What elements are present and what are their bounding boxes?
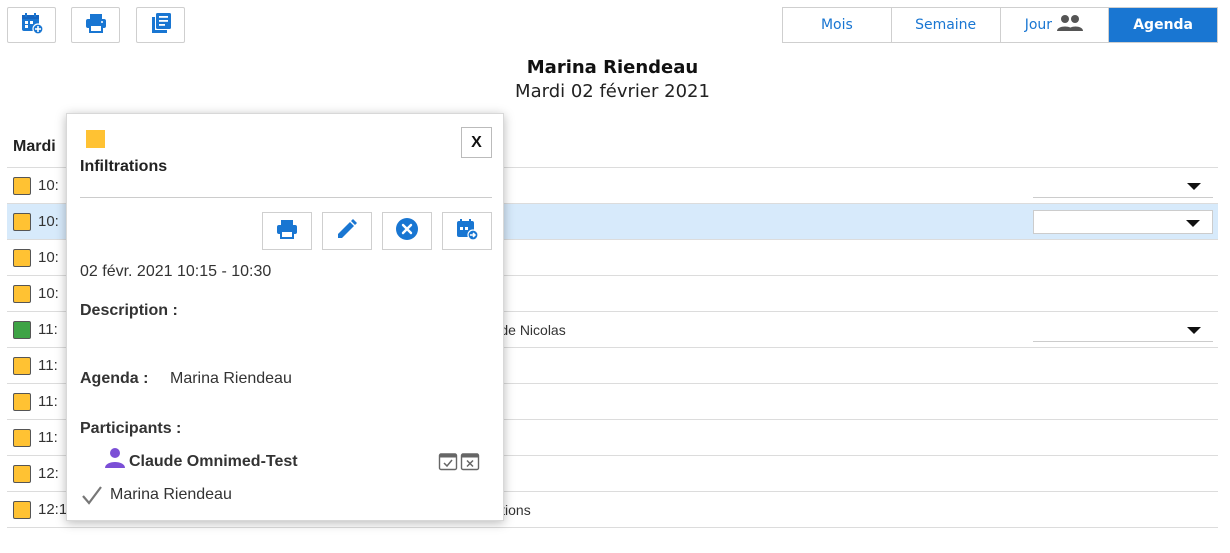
- category-color-swatch: [86, 130, 105, 148]
- new-appointment-button[interactable]: [7, 7, 56, 43]
- description-label: Description :: [80, 302, 178, 319]
- participant-name: Marina Riendeau: [110, 486, 232, 503]
- appointment-time: 11:: [38, 357, 58, 374]
- agenda-value: Marina Riendeau: [170, 370, 292, 387]
- category-color-swatch: [13, 213, 31, 231]
- category-color-swatch: [13, 393, 31, 411]
- calendar-add-icon: [20, 11, 44, 40]
- pencil-icon: [335, 217, 359, 246]
- close-button[interactable]: X: [461, 127, 492, 158]
- divider: [80, 197, 492, 198]
- category-color-swatch: [13, 177, 31, 195]
- caret-down-icon: [1186, 220, 1200, 227]
- checkmark-icon: [81, 485, 103, 510]
- caret-down-icon: [1187, 327, 1201, 334]
- calendar-move-icon: [455, 217, 479, 246]
- person-icon: [104, 447, 126, 474]
- day-label: Mardi: [13, 138, 56, 155]
- appointment-time: 12:: [38, 465, 59, 482]
- participant-name: Claude Omnimed-Test: [129, 453, 298, 470]
- calendar-decline-icon[interactable]: [460, 451, 480, 476]
- category-color-swatch: [13, 321, 31, 339]
- appointment-time: 10:: [38, 213, 59, 230]
- participants-label: Participants :: [80, 420, 182, 437]
- status-dropdown[interactable]: [1033, 210, 1213, 234]
- tab-day[interactable]: Jour: [1001, 8, 1110, 42]
- edit-button[interactable]: [322, 212, 372, 250]
- appointment-datetime: 02 févr. 2021 10:15 - 10:30: [80, 263, 272, 280]
- appointment-time: 11:: [38, 429, 58, 446]
- calendar-confirm-icon[interactable]: [438, 451, 458, 476]
- tab-month[interactable]: Mois: [783, 8, 892, 42]
- print-button[interactable]: [71, 7, 120, 43]
- appointment-time: 10:: [38, 249, 59, 266]
- appointment-popup: Infiltrations X 02 févr. 2021 10:15 - 10…: [66, 113, 504, 521]
- status-dropdown[interactable]: [1033, 174, 1213, 198]
- category-color-swatch: [13, 249, 31, 267]
- printer-icon: [275, 217, 299, 246]
- caret-down-icon: [1187, 183, 1201, 190]
- view-switcher: Mois Semaine Jour Agenda: [782, 7, 1218, 43]
- category-color-swatch: [13, 465, 31, 483]
- appointment-time: 11:: [38, 393, 58, 410]
- agenda-date: Mardi 02 février 2021: [515, 81, 710, 102]
- cancel-circle-icon: [395, 217, 419, 246]
- agenda-label: Agenda :: [80, 370, 149, 387]
- status-dropdown[interactable]: [1033, 318, 1213, 342]
- appointment-time: 10:: [38, 177, 59, 194]
- appointment-time: 11:: [38, 321, 58, 338]
- category-color-swatch: [13, 285, 31, 303]
- popup-print-button[interactable]: [262, 212, 312, 250]
- participant-actions: [438, 451, 480, 476]
- agenda-owner-name: Marina Riendeau: [526, 57, 699, 78]
- category-color-swatch: [13, 501, 31, 519]
- category-color-swatch: [13, 357, 31, 375]
- printer-icon: [84, 11, 108, 40]
- category-color-swatch: [13, 429, 31, 447]
- list-view-button[interactable]: [136, 7, 185, 43]
- tab-week[interactable]: Semaine: [892, 8, 1001, 42]
- tab-agenda[interactable]: Agenda: [1109, 8, 1217, 42]
- move-appointment-button[interactable]: [442, 212, 492, 250]
- appointment-time: 10:: [38, 285, 59, 302]
- cancel-appointment-button[interactable]: [382, 212, 432, 250]
- popup-title: Infiltrations: [80, 158, 168, 175]
- people-icon: [1056, 14, 1084, 36]
- list-document-icon: [149, 11, 173, 40]
